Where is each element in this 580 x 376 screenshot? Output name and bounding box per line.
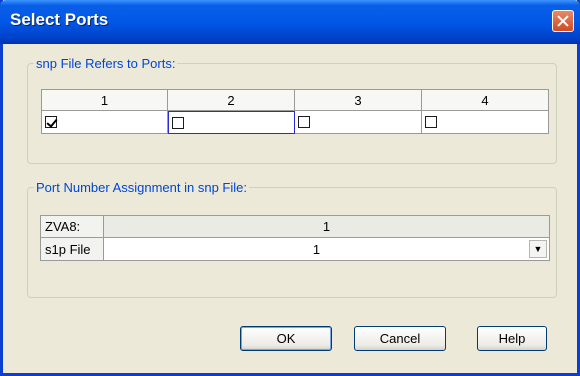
ports-checkbox-row	[41, 111, 550, 134]
port-header-1: 1	[41, 89, 168, 111]
analyzer-port-value: 1	[104, 215, 550, 238]
file-port-row: s1p File 1 ▼	[40, 238, 550, 261]
port-header-3: 3	[295, 89, 422, 111]
port-4-checkbox[interactable]	[425, 116, 437, 128]
ports-group-legend: snp File Refers to Ports:	[36, 56, 176, 71]
port-3-checkbox[interactable]	[298, 116, 310, 128]
analyzer-label: ZVA8:	[40, 215, 104, 238]
ports-table: 1 2 3 4	[41, 89, 550, 134]
chevron-down-icon[interactable]: ▼	[529, 240, 547, 258]
assignment-table: ZVA8: 1 s1p File 1 ▼	[40, 215, 550, 261]
select-ports-dialog: Select Ports snp File Refers to Ports: 1…	[0, 0, 580, 376]
title-bar[interactable]: Select Ports	[0, 0, 580, 44]
analyzer-port-row: ZVA8: 1	[40, 215, 550, 238]
ports-header-row: 1 2 3 4	[41, 89, 550, 111]
window-title: Select Ports	[10, 10, 109, 29]
assignment-group-legend: Port Number Assignment in snp File:	[36, 180, 247, 195]
port-2-checkbox[interactable]	[172, 116, 184, 129]
port-header-2: 2	[168, 89, 295, 111]
ok-button[interactable]: OK	[240, 326, 332, 351]
help-button[interactable]: Help	[477, 326, 547, 351]
file-label: s1p File	[40, 238, 104, 261]
port-cell-4[interactable]	[422, 111, 549, 134]
close-icon[interactable]	[552, 10, 574, 32]
cancel-button[interactable]: Cancel	[354, 326, 446, 351]
port-cell-2[interactable]	[168, 111, 295, 134]
port-cell-1[interactable]	[41, 111, 168, 134]
file-port-select[interactable]: 1 ▼	[104, 238, 550, 261]
port-cell-3[interactable]	[295, 111, 422, 134]
port-header-4: 4	[422, 89, 549, 111]
port-1-checkbox[interactable]	[45, 116, 57, 128]
file-port-value: 1	[312, 241, 321, 257]
